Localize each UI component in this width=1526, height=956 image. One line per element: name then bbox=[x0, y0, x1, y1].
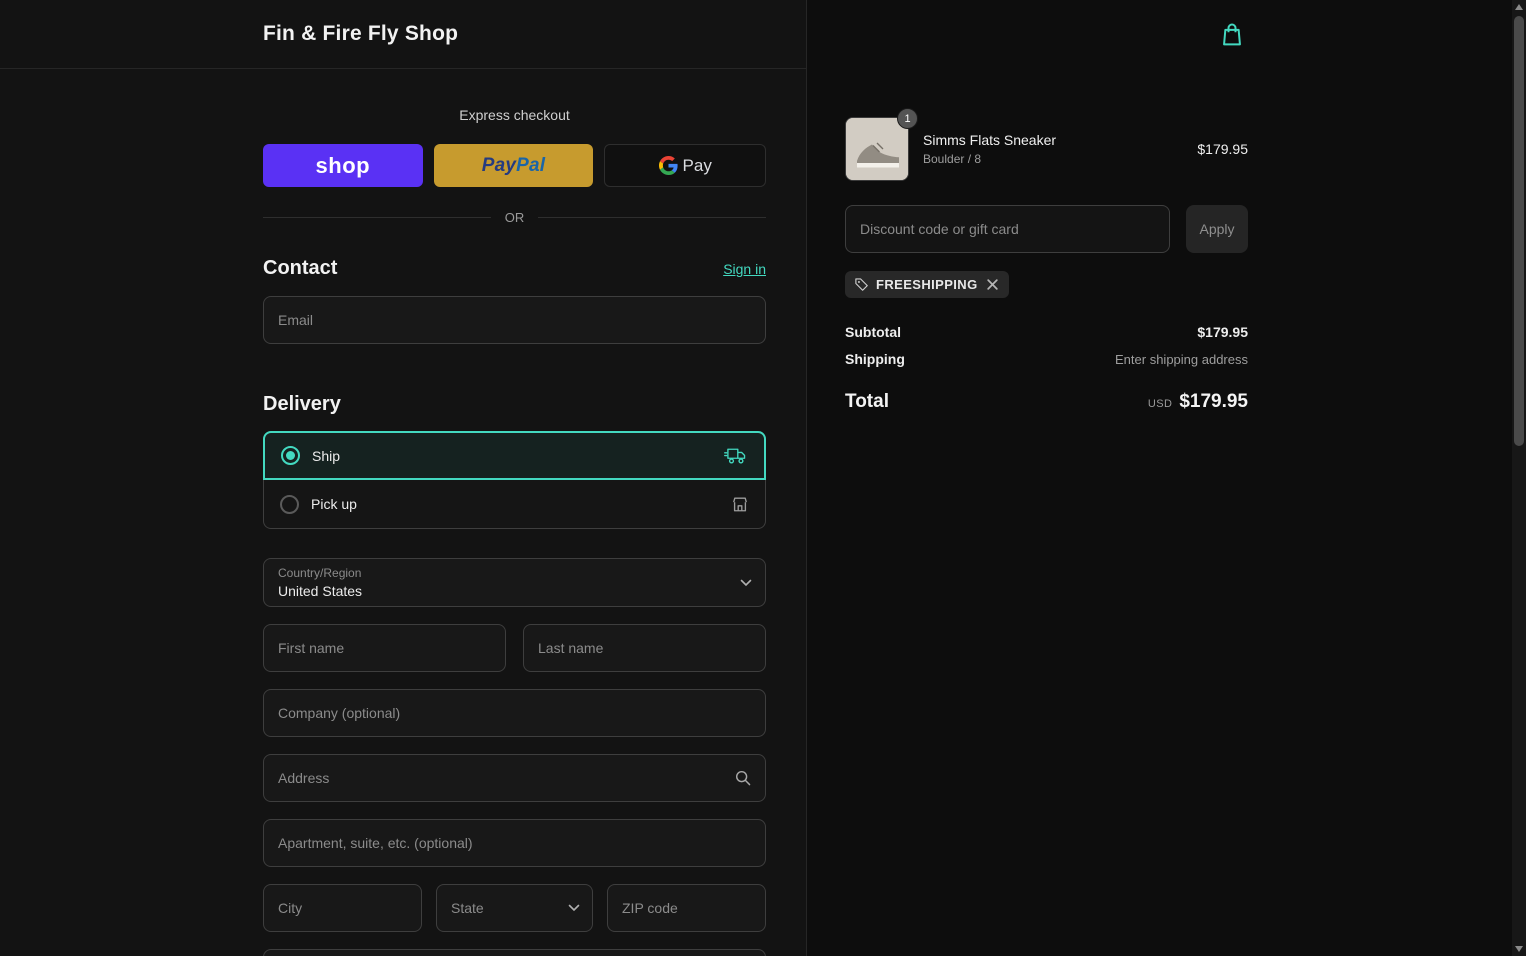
subtotal-value: $179.95 bbox=[1197, 324, 1248, 340]
shipping-label: Shipping bbox=[845, 351, 905, 367]
sign-in-link[interactable]: Sign in bbox=[723, 261, 766, 277]
scroll-up-icon[interactable] bbox=[1512, 0, 1526, 14]
country-value: United States bbox=[278, 583, 363, 599]
delivery-options: Ship Pick up bbox=[263, 431, 766, 529]
paypal-logo: PayPal bbox=[482, 155, 546, 177]
paypal-logo-pal: Pal bbox=[516, 154, 546, 176]
shop-pay-logo: shop bbox=[315, 152, 371, 178]
express-checkout-label: Express checkout bbox=[459, 107, 570, 123]
ship-label: Ship bbox=[312, 447, 341, 464]
ship-radio bbox=[281, 446, 300, 465]
paypal-logo-pay: Pay bbox=[481, 154, 517, 176]
product-name: Simms Flats Sneaker bbox=[923, 132, 1057, 148]
next-field-partial[interactable] bbox=[263, 949, 766, 956]
delivery-heading: Delivery bbox=[263, 393, 341, 415]
state-select[interactable]: State bbox=[436, 884, 593, 932]
product-image bbox=[845, 117, 909, 181]
total-label: Total bbox=[845, 391, 889, 412]
truck-icon bbox=[724, 447, 748, 465]
product-variant: Boulder / 8 bbox=[923, 152, 982, 166]
scrollbar[interactable] bbox=[1512, 0, 1526, 956]
company-input[interactable] bbox=[263, 689, 766, 737]
first-name-input[interactable] bbox=[263, 624, 506, 672]
tag-icon bbox=[854, 277, 869, 292]
google-pay-label: Pay bbox=[682, 155, 712, 175]
discount-tag-chip: FREESHIPPING bbox=[845, 271, 1009, 298]
order-summary: 1 Simms Flats Sneaker Boulder / 8 $179.9… bbox=[807, 0, 1526, 956]
state-placeholder: State bbox=[451, 900, 484, 916]
google-g-icon bbox=[658, 156, 678, 175]
store-icon bbox=[731, 495, 749, 513]
delivery-option-ship[interactable]: Ship bbox=[263, 431, 766, 480]
remove-discount-button[interactable] bbox=[985, 277, 1000, 292]
total-value: $179.95 bbox=[1179, 391, 1248, 412]
express-buttons: shop PayPal Pay bbox=[263, 144, 767, 187]
shipping-value: Enter shipping address bbox=[1115, 352, 1248, 367]
or-divider: OR bbox=[263, 209, 766, 226]
scroll-down-icon[interactable] bbox=[1512, 942, 1526, 956]
contact-heading: Contact bbox=[263, 257, 338, 279]
cart-icon[interactable] bbox=[1216, 19, 1248, 51]
pickup-radio bbox=[280, 494, 299, 514]
product-thumbnail: 1 bbox=[845, 108, 918, 181]
checkout-main: Fin & Fire Fly Shop Express checkout sho… bbox=[0, 0, 807, 956]
subtotal-label: Subtotal bbox=[845, 324, 901, 340]
product-price: $179.95 bbox=[1197, 141, 1248, 157]
discount-code-input[interactable] bbox=[845, 205, 1170, 253]
cart-line-item: 1 Simms Flats Sneaker Boulder / 8 $179.9… bbox=[845, 108, 1248, 181]
apartment-input[interactable] bbox=[263, 819, 766, 867]
country-label: Country/Region bbox=[278, 566, 362, 580]
chevron-down-icon bbox=[740, 579, 752, 587]
currency-code: USD bbox=[1147, 398, 1173, 410]
scrollbar-thumb[interactable] bbox=[1514, 16, 1524, 446]
checkout-page: Fin & Fire Fly Shop Express checkout sho… bbox=[0, 0, 1526, 956]
city-input[interactable] bbox=[263, 884, 422, 932]
chevron-down-icon bbox=[568, 904, 580, 912]
discount-tag-label: FREESHIPPING bbox=[876, 277, 978, 292]
email-input[interactable] bbox=[263, 296, 766, 344]
last-name-input[interactable] bbox=[523, 624, 766, 672]
checkout-form: Express checkout shop PayPal Pay OR Cont… bbox=[263, 69, 767, 956]
cost-summary: Subtotal $179.95 Shipping Enter shipping… bbox=[845, 324, 1248, 413]
google-pay-button[interactable]: Pay bbox=[604, 144, 767, 187]
zip-code-input[interactable] bbox=[607, 884, 766, 932]
paypal-button[interactable]: PayPal bbox=[433, 144, 594, 187]
search-icon bbox=[734, 769, 752, 787]
quantity-badge: 1 bbox=[897, 108, 918, 129]
delivery-option-pickup[interactable]: Pick up bbox=[263, 480, 766, 529]
shop-pay-button[interactable]: shop bbox=[263, 144, 423, 187]
header: Fin & Fire Fly Shop bbox=[0, 0, 806, 69]
discount-section: Apply bbox=[845, 205, 1248, 253]
or-text: OR bbox=[504, 210, 525, 225]
country-select[interactable]: Country/Region United States bbox=[263, 558, 766, 607]
pickup-label: Pick up bbox=[311, 496, 357, 512]
apply-discount-button[interactable]: Apply bbox=[1186, 205, 1248, 253]
address-input[interactable] bbox=[263, 754, 766, 802]
store-name: Fin & Fire Fly Shop bbox=[263, 22, 459, 45]
